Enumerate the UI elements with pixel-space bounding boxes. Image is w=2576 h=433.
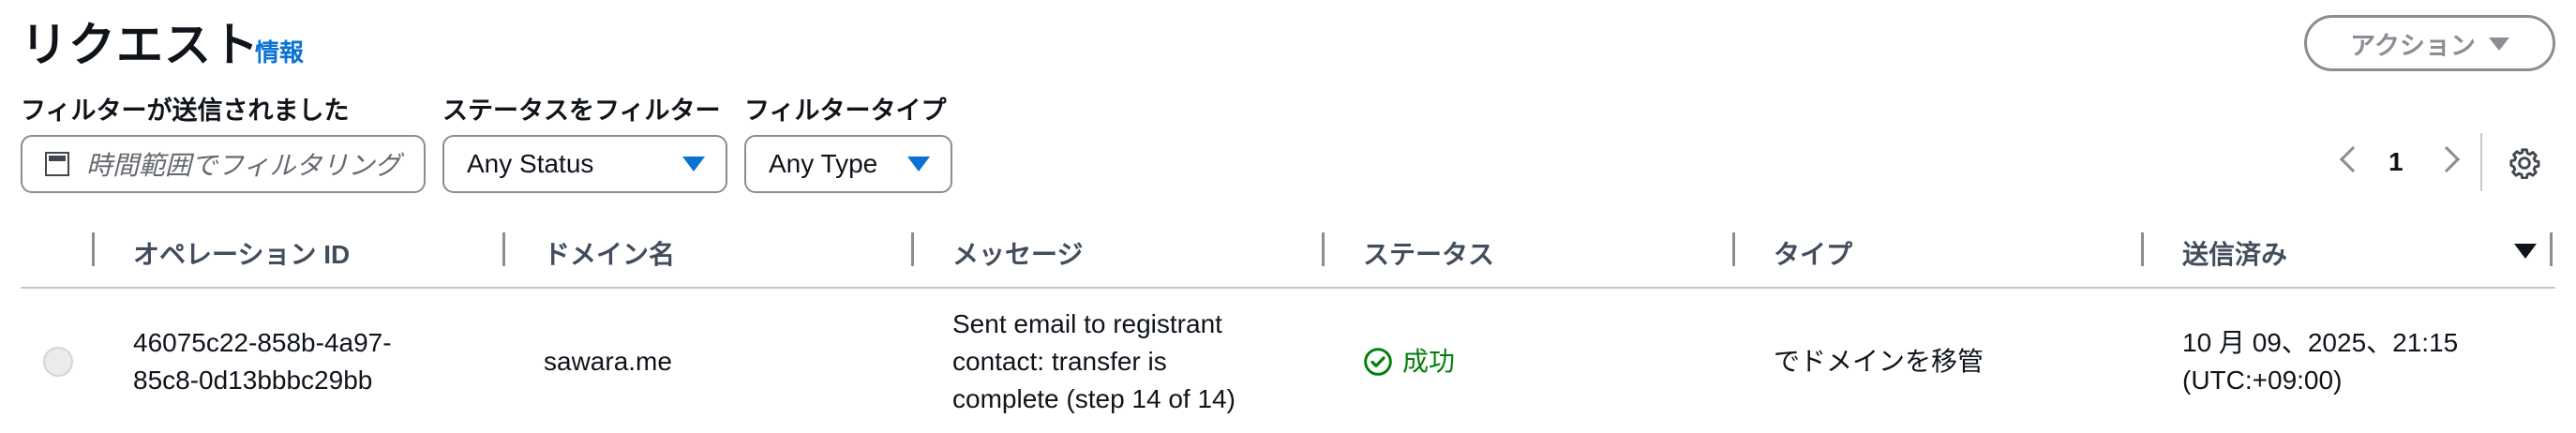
column-header-type[interactable]: タイプ — [1774, 234, 1852, 272]
message-line: Sent email to registrant — [952, 309, 1222, 338]
column-resizer[interactable] — [911, 232, 914, 266]
date-range-filter[interactable]: 時間範囲でフィルタリング — [21, 135, 426, 193]
domain-name-cell: sawara.me — [544, 347, 672, 376]
success-check-icon — [1364, 348, 1392, 376]
column-header-message[interactable]: メッセージ — [952, 234, 1083, 272]
sort-descending-icon[interactable] — [2514, 244, 2537, 259]
page-title: リクエスト — [21, 19, 260, 71]
status-filter-value: Any Status — [467, 149, 594, 178]
chevron-right-icon[interactable] — [2433, 145, 2461, 173]
column-resizer[interactable] — [502, 232, 505, 266]
actions-button[interactable]: アクション — [2304, 15, 2555, 71]
status-cell: 成功 — [1363, 343, 1455, 381]
operation-id-cell: 46075c22-858b-4a97- 85c8-0d13bbbc29bb — [133, 324, 499, 399]
column-resizer[interactable] — [1322, 232, 1325, 266]
caret-down-icon — [2488, 37, 2509, 51]
pagination-divider — [2480, 133, 2482, 191]
column-header-domain[interactable]: ドメイン名 — [544, 234, 675, 272]
chevron-left-icon[interactable] — [2339, 145, 2367, 173]
submitted-cell: 10 月 09、2025、21:15 (UTC:+09:00) — [2182, 324, 2557, 399]
actions-button-label: アクション — [2350, 31, 2476, 60]
operation-id-line: 85c8-0d13bbbc29bb — [133, 366, 373, 395]
current-page-number[interactable]: 1 — [2389, 147, 2404, 177]
column-resizer[interactable] — [2141, 232, 2144, 266]
column-resizer[interactable] — [2550, 232, 2553, 266]
submitted-line: (UTC:+09:00) — [2182, 366, 2343, 395]
column-header-submitted[interactable]: 送信済み — [2182, 234, 2287, 272]
column-header-status[interactable]: ステータス — [1363, 234, 1494, 272]
caret-down-icon — [907, 157, 930, 172]
message-cell: Sent email to registrant contact: transf… — [952, 306, 1318, 418]
type-filter-value: Any Type — [769, 149, 878, 178]
operation-id-line: 46075c22-858b-4a97- — [133, 328, 392, 357]
message-line: complete (step 14 of 14) — [952, 384, 1236, 413]
table-header: オペレーション ID ドメイン名 メッセージ ステータス タイプ 送信済み — [21, 231, 2555, 289]
date-filter-label: フィルターが送信されました — [21, 97, 350, 125]
info-link[interactable]: 情報 — [255, 34, 304, 68]
row-select-radio[interactable] — [43, 347, 73, 377]
calendar-icon — [45, 152, 69, 176]
type-cell: でドメインを移管 — [1774, 347, 1984, 376]
status-filter-label: ステータスをフィルター — [442, 97, 721, 125]
type-filter-label: フィルタータイプ — [744, 97, 947, 125]
status-text: 成功 — [1402, 347, 1456, 376]
date-range-placeholder: 時間範囲でフィルタリング — [86, 151, 401, 180]
table-row: 46075c22-858b-4a97- 85c8-0d13bbbc29bb sa… — [21, 291, 2555, 433]
column-resizer[interactable] — [92, 232, 95, 266]
message-line: contact: transfer is — [952, 347, 1167, 376]
column-header-operation-id[interactable]: オペレーション ID — [133, 234, 350, 272]
gear-icon[interactable] — [2509, 147, 2540, 179]
status-filter-select[interactable]: Any Status — [442, 135, 727, 193]
submitted-line: 10 月 09、2025、21:15 — [2182, 328, 2459, 357]
caret-down-icon — [682, 157, 705, 172]
column-resizer[interactable] — [1732, 232, 1735, 266]
type-filter-select[interactable]: Any Type — [744, 135, 952, 193]
